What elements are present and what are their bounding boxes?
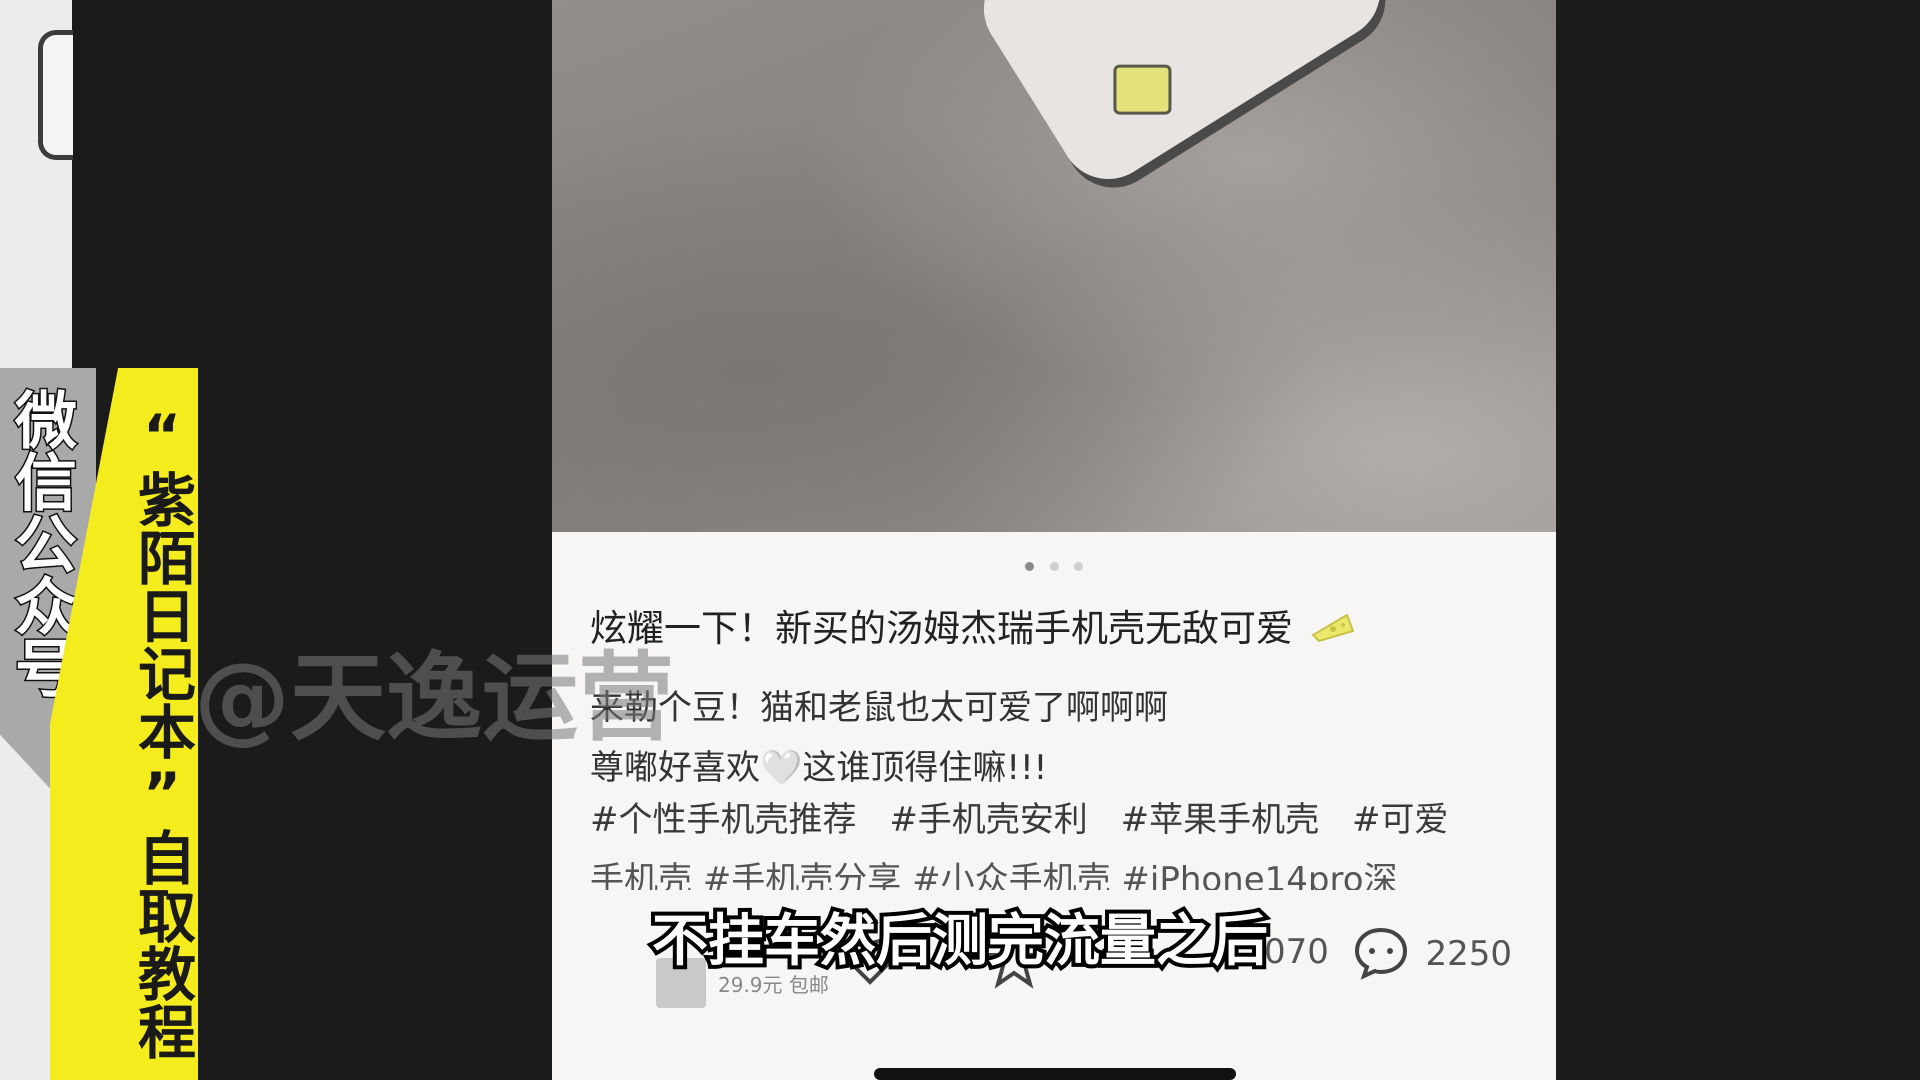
hashtag-line-truncated[interactable]: 手机壳 #手机壳分享 #小众手机壳 #iPhone14pro深 xyxy=(590,850,1520,890)
hashtag-list: #个性手机壳推荐 #手机壳安利 #苹果手机壳 #可爱 手机壳 #手机壳分享 #小… xyxy=(590,790,1520,890)
hashtag-link[interactable]: #苹果手机壳 xyxy=(1121,800,1320,840)
hashtag-link[interactable]: #手机壳安利 xyxy=(889,800,1088,840)
comment-count: 2250 xyxy=(1425,934,1512,974)
carousel-indicator xyxy=(552,556,1556,575)
carousel-dot xyxy=(1073,562,1083,571)
collect-count: 070 xyxy=(1264,932,1329,972)
post-title: 炫耀一下！新买的汤姆杰瑞手机壳无敌可爱 xyxy=(590,598,1520,652)
background-window-fragment xyxy=(38,30,73,160)
post-body-line: 尊嘟好喜欢🤍这谁顶得住嘛!!! xyxy=(590,748,1048,788)
phone-case-image xyxy=(965,0,1399,198)
carousel-dot xyxy=(1025,562,1035,571)
post-photo[interactable] xyxy=(552,0,1556,532)
post-body: 来勒个豆！猫和老鼠也太可爱了啊啊啊 尊嘟好喜欢🤍这谁顶得住嘛!!! xyxy=(590,678,1520,798)
cheese-icon xyxy=(1311,609,1355,652)
post-body-line: 来勒个豆！猫和老鼠也太可爱了啊啊啊 xyxy=(590,688,1168,728)
promo-banner-yellow-text: “紫陌日记本”自取教程 xyxy=(128,402,196,1060)
post-title-text: 炫耀一下！新买的汤姆杰瑞手机壳无敌可爱 xyxy=(590,607,1293,650)
carousel-dot xyxy=(1049,562,1059,571)
case-decoration xyxy=(1113,64,1172,115)
home-indicator xyxy=(874,1068,1236,1080)
watermark: @天逸运营 xyxy=(194,642,674,754)
post-actions: 2250 xyxy=(1351,922,1512,986)
video-subtitle: 不挂车然后测完流量之后 xyxy=(648,905,1272,978)
chat-bubble-icon[interactable] xyxy=(1351,922,1411,986)
hashtag-link[interactable]: #个性手机壳推荐 xyxy=(590,800,857,840)
hashtag-link[interactable]: #可爱 xyxy=(1352,800,1449,840)
